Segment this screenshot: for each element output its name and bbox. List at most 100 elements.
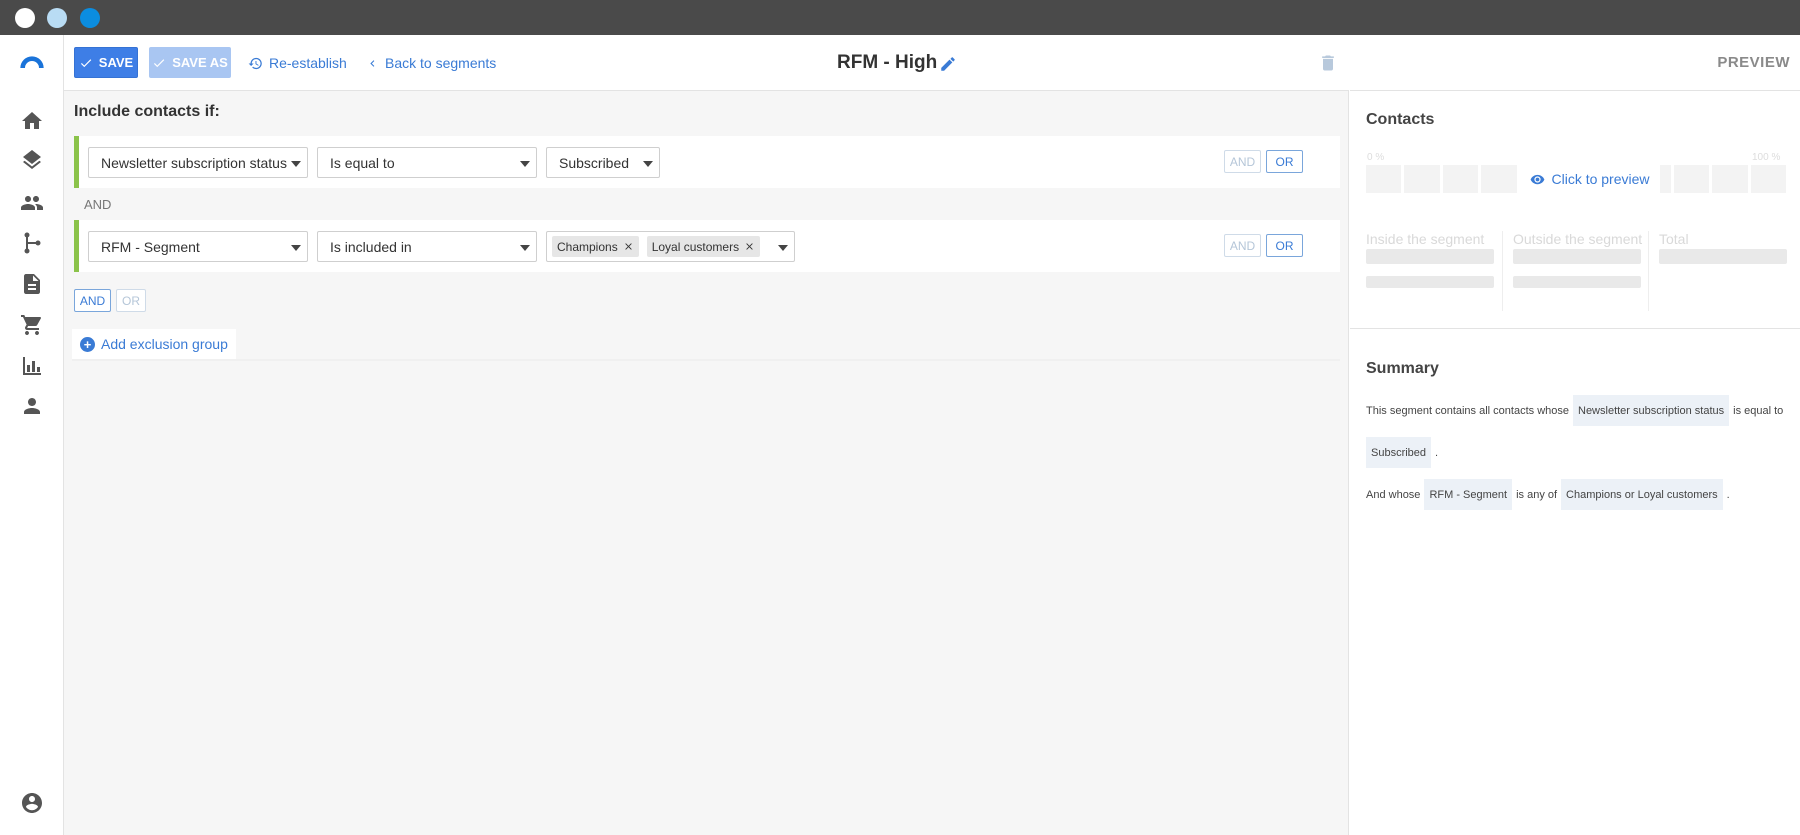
summary-text: is equal to (1733, 404, 1784, 417)
window-titlebar (0, 0, 1800, 35)
eye-icon (1531, 174, 1545, 184)
summary-text: . (1435, 446, 1439, 459)
row-and-button[interactable]: AND (1224, 150, 1261, 173)
window-minimize-button[interactable] (47, 8, 67, 28)
and-separator: AND (84, 197, 112, 212)
condition-row: Newsletter subscription status Is equal … (74, 136, 1340, 188)
outside-segment-label: Outside the segment (1513, 231, 1643, 247)
divider (1648, 231, 1649, 311)
person-icon[interactable] (18, 392, 46, 420)
pencil-icon[interactable] (939, 55, 957, 73)
add-exclusion-group-button[interactable]: + Add exclusion group (72, 329, 236, 359)
caret-down-icon (291, 161, 301, 167)
outside-percent-placeholder (1513, 276, 1641, 288)
caret-down-icon (520, 245, 530, 251)
page-title: RFM - High (837, 52, 938, 73)
caret-down-icon (643, 161, 653, 167)
sidebar-nav (0, 35, 64, 835)
back-label: Back to segments (385, 55, 497, 71)
chip-label: Loyal customers (651, 239, 740, 254)
caret-down-icon (520, 161, 530, 167)
divider (1502, 231, 1503, 311)
save-as-button[interactable]: SAVE AS (149, 47, 231, 78)
save-as-label: SAVE AS (172, 55, 228, 70)
reestablish-link[interactable]: Re-establish (248, 55, 347, 71)
total-label: Total (1659, 231, 1689, 247)
field-select[interactable]: RFM - Segment (88, 231, 308, 262)
total-value-placeholder (1659, 249, 1787, 264)
trash-icon[interactable] (1318, 53, 1338, 73)
window-maximize-button[interactable] (80, 8, 100, 28)
condition-row: RFM - Segment Is included in Champions L… (74, 220, 1340, 272)
summary-field-tag: Newsletter subscription status (1573, 395, 1730, 426)
editor-toolbar: SAVE SAVE AS Re-establish Back to segmen… (64, 35, 1349, 91)
field-select-value: Newsletter subscription status (101, 154, 287, 171)
summary-heading: Summary (1366, 360, 1439, 377)
account-icon[interactable] (18, 789, 46, 817)
rule-editor: Include contacts if: Newsletter subscrip… (64, 91, 1349, 835)
contacts-heading: Contacts (1366, 111, 1435, 128)
percent-max-label: 100 % (1752, 152, 1781, 163)
click-to-preview-label: Click to preview (1551, 171, 1650, 187)
close-icon[interactable] (744, 241, 755, 252)
people-icon[interactable] (18, 189, 46, 217)
preview-header: PREVIEW (1350, 35, 1800, 91)
workflow-icon[interactable] (18, 229, 46, 257)
operator-select-value: Is equal to (330, 154, 395, 171)
save-button[interactable]: SAVE (74, 47, 138, 78)
divider (1350, 328, 1800, 329)
row-or-button[interactable]: OR (1266, 150, 1303, 173)
history-icon (248, 57, 262, 69)
cart-icon[interactable] (18, 311, 46, 339)
summary-text: . (1726, 488, 1730, 501)
inside-value-placeholder (1366, 249, 1494, 264)
check-icon (154, 58, 165, 67)
home-icon[interactable] (18, 107, 46, 135)
include-heading: Include contacts if: (74, 103, 220, 120)
summary-value-tag: Subscribed (1366, 437, 1432, 468)
value-chip: Champions (552, 236, 639, 257)
percent-min-label: 0 % (1367, 152, 1385, 163)
preview-panel: PREVIEW Contacts 0 % 100 % Click to prev… (1350, 35, 1800, 835)
outside-value-placeholder (1513, 249, 1641, 264)
summary-line: This segment contains all contacts whose… (1366, 395, 1783, 426)
value-chip: Loyal customers (646, 236, 761, 257)
inside-percent-placeholder (1366, 276, 1494, 288)
save-label: SAVE (98, 55, 134, 70)
field-select-value: RFM - Segment (101, 238, 200, 255)
value-select-value: Subscribed (559, 154, 630, 171)
inside-segment-label: Inside the segment (1366, 231, 1485, 247)
chart-icon[interactable] (18, 352, 46, 380)
summary-text: And whose (1366, 488, 1421, 501)
chip-label: Champions (557, 239, 618, 254)
value-select[interactable]: Subscribed (546, 147, 660, 178)
multi-value-select[interactable]: Champions Loyal customers (546, 231, 795, 262)
layers-icon[interactable] (18, 148, 46, 176)
plus-circle-icon: + (80, 336, 95, 352)
row-and-button[interactable]: AND (1224, 234, 1261, 257)
window-close-button[interactable] (15, 8, 35, 28)
summary-text: is any of (1516, 488, 1558, 501)
operator-select[interactable]: Is equal to (317, 147, 537, 178)
field-select[interactable]: Newsletter subscription status (88, 147, 308, 178)
check-icon (80, 58, 92, 67)
summary-line: Subscribed . (1366, 437, 1438, 468)
click-to-preview-button[interactable]: Click to preview (1520, 165, 1660, 193)
caret-down-icon (778, 245, 788, 251)
summary-value-tag: Champions or Loyal customers (1561, 479, 1723, 510)
divider (72, 359, 1340, 361)
document-icon[interactable] (18, 270, 46, 298)
operator-select[interactable]: Is included in (317, 231, 537, 262)
operator-select-value: Is included in (330, 238, 412, 255)
reestablish-label: Re-establish (269, 55, 347, 71)
summary-field-tag: RFM - Segment (1424, 479, 1513, 510)
back-to-segments-link[interactable]: Back to segments (366, 55, 496, 71)
group-or-button[interactable]: OR (116, 289, 146, 312)
logo-icon[interactable] (18, 47, 46, 75)
row-or-button[interactable]: OR (1266, 234, 1303, 257)
group-and-button[interactable]: AND (74, 289, 111, 312)
caret-down-icon (291, 245, 301, 251)
close-icon[interactable] (623, 241, 634, 252)
preview-heading: PREVIEW (1717, 54, 1790, 71)
add-exclusion-label: Add exclusion group (101, 336, 228, 352)
